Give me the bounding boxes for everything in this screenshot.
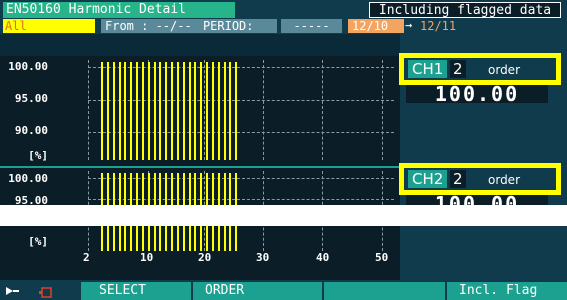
x-tick-50: 50 [375,251,389,264]
ch1-gridline [263,60,264,160]
ch1-y-unit: [%] [28,149,48,162]
x-tick-10: 10 [140,251,154,264]
ch1-order-unit: order [488,63,520,77]
ch1-harmonic-bar [235,62,237,160]
ch1-harmonic-bar [136,62,138,160]
ch1-order-selector[interactable]: CH1 2 order [399,53,561,85]
ch1-gridline [382,60,383,160]
ch1-harmonic-bar [154,62,156,160]
ch1-harmonic-bar [159,62,161,160]
channel-select-field[interactable]: All [3,19,95,33]
date-to: 12/11 [420,19,457,33]
ch1-harmonic-bars [101,62,241,160]
ch1-gridline [88,60,89,160]
ch1-harmonic-bar [200,62,202,160]
order-button[interactable]: ORDER [193,282,322,300]
usb-plug-icon [4,283,24,297]
ch1-y-tick-95: 95.00 [14,92,48,105]
from-period-label: From : --/-- PERIOD: [101,19,277,33]
ch1-graph-panel: 100.00 95.00 90.00 [%] [0,56,400,166]
ch2-order-unit: order [488,173,520,187]
ch1-harmonic-bar [130,62,132,160]
ch1-y-tick-100: 100.00 [8,60,48,73]
harmonic-detail-screen: EN50160 Harmonic Detail Including flagge… [0,0,567,300]
ch1-harmonic-bar [177,62,179,160]
ch1-gridline [322,60,323,160]
ch1-harmonic-bar [212,62,214,160]
ch2-label: CH2 [408,170,448,188]
ch1-harmonic-bar [148,62,150,160]
ch1-harmonic-bar [165,62,167,160]
date-range-arrow-icon: → [405,18,413,32]
incl-flag-button[interactable]: Incl. Flag [447,282,567,300]
ch1-harmonic-bar [113,62,115,160]
ch1-plot-area [88,60,394,160]
ch1-harmonic-bar [107,62,109,160]
ch2-y-tick-100: 100.00 [8,172,48,185]
x-tick-2: 2 [83,251,90,264]
screen-title: EN50160 Harmonic Detail [3,2,235,18]
ch1-label: CH1 [408,60,448,78]
period-label: PERIOD: [202,19,254,33]
ch2-y-unit: [%] [28,235,48,248]
x-tick-30: 30 [256,251,270,264]
ch2-order-number: 2 [450,170,466,188]
ch1-y-tick-90: 90.00 [14,124,48,137]
period-value: ----- [281,19,342,33]
ch1-harmonic-bar [194,62,196,160]
ch1-harmonic-bar [224,62,226,160]
ch2-order-selector[interactable]: CH2 2 order [399,163,561,195]
ch1-order-number: 2 [450,60,466,78]
screenshot-gap [0,205,567,226]
date-from: 12/10 [348,19,404,33]
memory-card-icon [38,284,54,298]
ch1-harmonic-bar [218,62,220,160]
ch1-harmonic-bar [206,62,208,160]
x-tick-40: 40 [316,251,330,264]
ch1-harmonic-bar [171,62,173,160]
ch1-harmonic-bar [124,62,126,160]
from-label: From : --/-- [105,19,192,33]
ch1-harmonic-bar [229,62,231,160]
x-tick-20: 20 [198,251,212,264]
ch1-harmonic-bar [101,62,103,160]
ch1-harmonic-bar [189,62,191,160]
blank-function-button[interactable] [324,282,445,300]
ch1-value-readout: 100.00 [406,85,548,103]
ch1-harmonic-bar [142,62,144,160]
flag-status-label: Including flagged data [369,2,561,18]
select-button[interactable]: SELECT [81,282,191,300]
ch1-harmonic-bar [183,62,185,160]
ch1-harmonic-bar [119,62,121,160]
